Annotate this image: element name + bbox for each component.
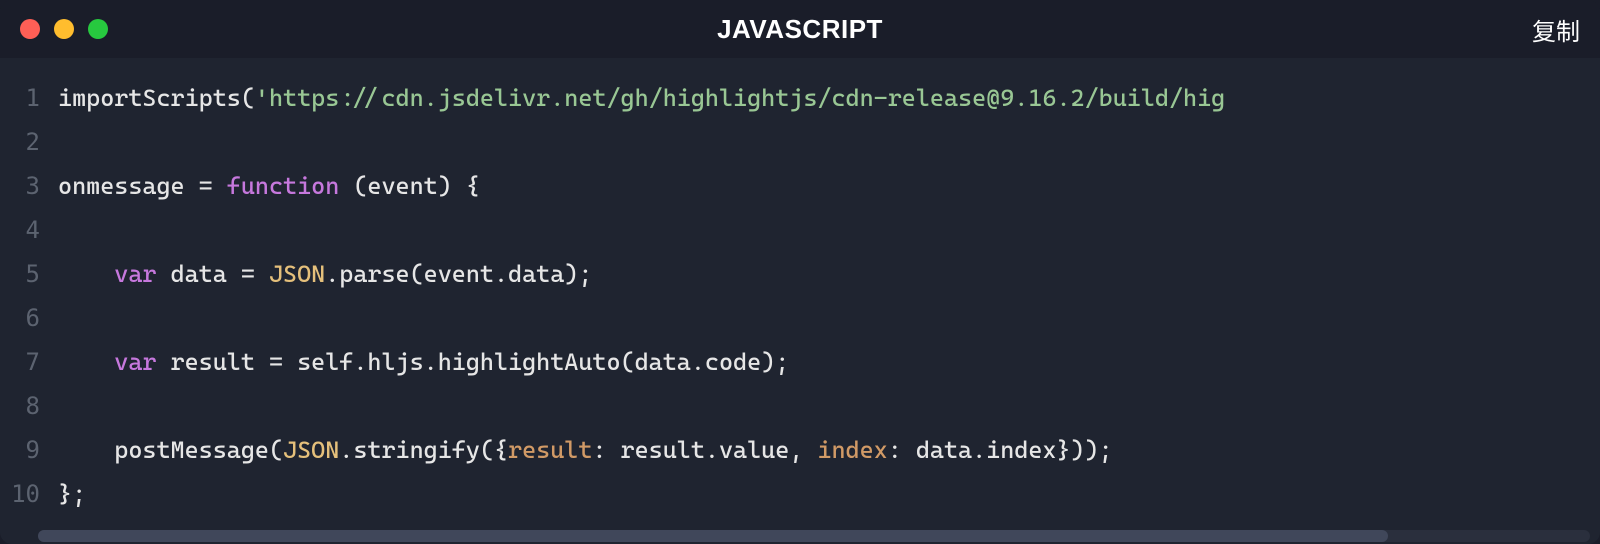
token-ident: result = self.hljs.highlightAuto(data.co… [156,348,789,376]
line-number: 8 [0,384,40,428]
token-ident: .parse(event.data); [325,260,592,288]
line-number: 10 [0,472,40,516]
line-number: 5 [0,252,40,296]
line-number: 4 [0,208,40,252]
code-line: onmessage = function (event) { [58,164,1600,208]
code-line [58,384,1600,428]
titlebar: JAVASCRIPT 复制 [0,0,1600,58]
line-gutter: 1 2 3 4 5 6 7 8 9 10 [0,76,58,544]
token-string: 'https://cdn.jsdelivr.net/gh/highlightjs… [255,84,1225,112]
code-line [58,120,1600,164]
line-number: 2 [0,120,40,164]
maximize-icon[interactable] [88,19,108,39]
code-line: var data = JSON.parse(event.data); [58,252,1600,296]
code-line [58,296,1600,340]
token-punct: (event) { [339,172,480,200]
code-line: }; [58,472,1600,516]
code-line [58,208,1600,252]
token-punct: ( [241,84,255,112]
indent [58,252,114,296]
token-ident: data = [156,260,269,288]
horizontal-scrollbar[interactable] [38,530,1590,542]
line-number: 3 [0,164,40,208]
minimize-icon[interactable] [54,19,74,39]
token-builtin: JSON [283,436,339,464]
close-icon[interactable] [20,19,40,39]
token-ident: : data.index})); [888,436,1113,464]
code-editor[interactable]: 1 2 3 4 5 6 7 8 9 10 importScripts('http… [0,58,1600,544]
token-ident: : result.value, [592,436,817,464]
indent [58,340,114,384]
token-keyword: var [114,260,156,288]
token-ident: .stringify({ [339,436,508,464]
token-fn: postMessage( [114,436,283,464]
token-punct: }; [58,480,86,508]
token-prop: result [508,436,592,464]
token-fn: importScripts [58,84,241,112]
code-window: JAVASCRIPT 复制 1 2 3 4 5 6 7 8 9 10 impor… [0,0,1600,544]
window-title: JAVASCRIPT [717,14,883,45]
token-keyword: var [114,348,156,376]
copy-button[interactable]: 复制 [1532,12,1580,47]
code-line: var result = self.hljs.highlightAuto(dat… [58,340,1600,384]
scrollbar-thumb[interactable] [38,530,1388,542]
indent [58,428,114,472]
traffic-lights [20,19,108,39]
token-builtin: JSON [269,260,325,288]
token-prop: index [817,436,887,464]
token-punct: = [199,172,227,200]
token-ident: onmessage [58,172,199,200]
line-number: 1 [0,76,40,120]
line-number: 7 [0,340,40,384]
code-line: postMessage(JSON.stringify({result: resu… [58,428,1600,472]
code-line: importScripts('https://cdn.jsdelivr.net/… [58,76,1600,120]
line-number: 6 [0,296,40,340]
token-keyword: function [227,172,340,200]
line-number: 9 [0,428,40,472]
code-area[interactable]: importScripts('https://cdn.jsdelivr.net/… [58,76,1600,544]
